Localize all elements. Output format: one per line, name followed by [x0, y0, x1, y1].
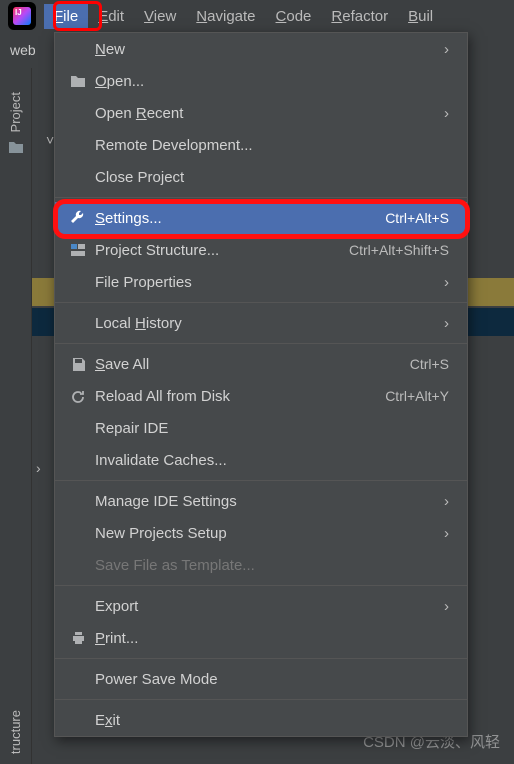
structure-tool-tab[interactable]: tructure	[8, 710, 23, 754]
menu-item-label: Settings...	[95, 210, 385, 227]
left-rail: Project tructure	[0, 68, 32, 764]
menu-item-reload-all-from-disk[interactable]: Reload All from DiskCtrl+Alt+Y	[55, 380, 467, 412]
chevron-right-icon: ›	[444, 274, 449, 291]
menu-item-save-all[interactable]: Save AllCtrl+S	[55, 348, 467, 380]
menu-refactor[interactable]: Refactor	[321, 4, 398, 29]
menu-shortcut: Ctrl+Alt+Shift+S	[349, 242, 449, 258]
menu-item-label: Project Structure...	[95, 242, 349, 259]
chevron-right-icon: ›	[444, 525, 449, 542]
menu-item-label: Print...	[95, 630, 449, 647]
menu-item-label: Close Project	[95, 169, 449, 186]
menu-item-remote-development[interactable]: Remote Development...	[55, 129, 467, 161]
menu-item-label: Exit	[95, 712, 449, 729]
chevron-right-icon: ›	[444, 41, 449, 58]
menu-item-label: Invalidate Caches...	[95, 452, 449, 469]
menubar: FileEditViewNavigateCodeRefactorBuil	[0, 0, 514, 32]
menu-item-repair-ide[interactable]: Repair IDE	[55, 412, 467, 444]
context-label: web	[10, 42, 36, 58]
menu-item-exit[interactable]: Exit	[55, 704, 467, 736]
menu-item-open-recent[interactable]: Open Recent ›	[55, 97, 467, 129]
menu-separator	[55, 480, 467, 481]
menu-buil[interactable]: Buil	[398, 4, 443, 29]
save-icon	[69, 357, 87, 372]
menu-item-manage-ide-settings[interactable]: Manage IDE Settings ›	[55, 485, 467, 517]
reload-icon	[69, 389, 87, 404]
chevron-right-icon: ›	[36, 460, 50, 476]
menu-edit[interactable]: Edit	[88, 4, 134, 29]
menu-view[interactable]: View	[134, 4, 186, 29]
folder-icon	[69, 74, 87, 88]
menu-item-export[interactable]: Export ›	[55, 590, 467, 622]
menu-item-label: Open...	[95, 73, 449, 90]
chevron-right-icon: ›	[444, 598, 449, 615]
menu-item-open[interactable]: Open...	[55, 65, 467, 97]
menu-item-file-properties[interactable]: File Properties ›	[55, 266, 467, 298]
menu-separator	[55, 343, 467, 344]
menu-separator	[55, 585, 467, 586]
app-icon	[8, 2, 36, 30]
menu-item-settings[interactable]: Settings...Ctrl+Alt+S	[55, 202, 467, 234]
folder-icon	[8, 140, 24, 154]
menu-separator	[55, 699, 467, 700]
menu-item-label: New	[95, 41, 434, 58]
menu-item-label: Manage IDE Settings	[95, 493, 434, 510]
menu-navigate[interactable]: Navigate	[186, 4, 265, 29]
menu-item-label: Local History	[95, 315, 434, 332]
menu-item-new-projects-setup[interactable]: New Projects Setup ›	[55, 517, 467, 549]
menu-item-label: Repair IDE	[95, 420, 449, 437]
menu-file[interactable]: File	[44, 4, 88, 29]
menu-separator	[55, 302, 467, 303]
menu-shortcut: Ctrl+Alt+S	[385, 210, 449, 226]
chevron-right-icon: ›	[444, 105, 449, 122]
print-icon	[69, 631, 87, 645]
menu-item-close-project[interactable]: Close Project	[55, 161, 467, 193]
menu-shortcut: Ctrl+Alt+Y	[385, 388, 449, 404]
menu-item-label: Power Save Mode	[95, 671, 449, 688]
menu-item-print[interactable]: Print...	[55, 622, 467, 654]
menu-shortcut: Ctrl+S	[410, 356, 449, 372]
menu-item-invalidate-caches[interactable]: Invalidate Caches...	[55, 444, 467, 476]
menu-item-label: Export	[95, 598, 434, 615]
menu-item-save-file-as-template: Save File as Template...	[55, 549, 467, 581]
menu-separator	[55, 658, 467, 659]
menu-item-label: Reload All from Disk	[95, 388, 385, 405]
menu-item-label: File Properties	[95, 274, 434, 291]
menu-item-label: Save All	[95, 356, 410, 373]
menu-code[interactable]: Code	[266, 4, 322, 29]
menu-item-power-save-mode[interactable]: Power Save Mode	[55, 663, 467, 695]
file-menu-dropdown: New › Open... Open Recent › Remote Developmen…	[54, 32, 468, 737]
menu-item-label: Remote Development...	[95, 137, 449, 154]
menu-item-label: Save File as Template...	[95, 557, 449, 574]
project-tool-tab[interactable]: Project	[8, 92, 23, 132]
menu-item-local-history[interactable]: Local History ›	[55, 307, 467, 339]
menu-item-project-structure[interactable]: Project Structure...Ctrl+Alt+Shift+S	[55, 234, 467, 266]
menu-separator	[55, 197, 467, 198]
chevron-right-icon: ›	[444, 493, 449, 510]
wrench-icon	[69, 210, 87, 226]
menu-item-label: New Projects Setup	[95, 525, 434, 542]
chevron-right-icon: ›	[444, 315, 449, 332]
structure-icon	[69, 243, 87, 257]
menu-item-new[interactable]: New ›	[55, 33, 467, 65]
menu-item-label: Open Recent	[95, 105, 434, 122]
